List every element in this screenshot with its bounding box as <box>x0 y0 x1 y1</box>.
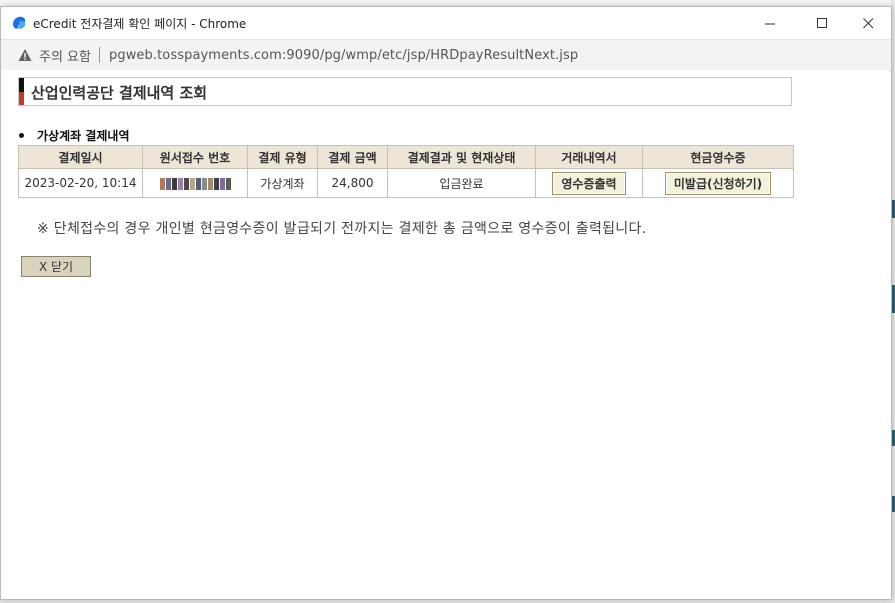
payment-result-table: 결제일시 원서접수 번호 결제 유형 결제 금액 결제결과 및 현재상태 거래내… <box>18 145 794 198</box>
column-header: 현금영수증 <box>642 145 794 169</box>
payment-date: 2023-02-20, 10:14 <box>18 168 143 198</box>
security-label[interactable]: 주의 요함 <box>39 46 91 65</box>
title-bar[interactable]: eCredit 전자결제 확인 페이지 - Chrome <box>1 7 891 39</box>
page-title: 산업인력공단 결제내역 조회 <box>31 84 208 102</box>
section-heading-text: 가상계좌 결제내역 <box>37 129 130 143</box>
close-button[interactable]: X 닫기 <box>21 256 91 277</box>
column-header: 거래내역서 <box>535 145 643 169</box>
maximize-icon <box>816 17 827 28</box>
cash-receipt-cell: 미발급(신청하기) <box>642 168 794 198</box>
payment-amount: 24,800 <box>317 168 388 198</box>
redacted-application-number <box>159 177 231 190</box>
payment-type: 가상계좌 <box>247 168 318 198</box>
window-title: eCredit 전자결제 확인 페이지 - Chrome <box>33 16 247 31</box>
section-heading: 가상계좌 결제내역 <box>19 127 130 144</box>
minimize-icon <box>764 23 775 24</box>
column-header: 결제결과 및 현재상태 <box>387 145 536 169</box>
close-window-button[interactable] <box>845 7 891 39</box>
page-content: 산업인력공단 결제내역 조회 가상계좌 결제내역 결제일시 원서접수 번호 결제… <box>1 70 889 598</box>
print-receipt-button[interactable]: 영수증출력 <box>552 171 626 195</box>
cash-receipt-request-button[interactable]: 미발급(신청하기) <box>664 171 772 195</box>
column-header: 결제 금액 <box>317 145 388 169</box>
minimize-button[interactable] <box>747 7 793 39</box>
address-bar[interactable]: 주의 요함 pgweb.tosspayments.com:9090/pg/wmp… <box>1 39 891 71</box>
maximize-button[interactable] <box>799 7 845 39</box>
table-header-row: 결제일시 원서접수 번호 결제 유형 결제 금액 결제결과 및 현재상태 거래내… <box>18 145 794 169</box>
table-row: 2023-02-20, 10:14 가상계좌 24,800 입금완료 영수증출력… <box>18 168 794 198</box>
notice-text: ※ 단체접수의 경우 개인별 현금영수증이 발급되기 전까지는 결제한 총 금액… <box>37 221 647 237</box>
url-text[interactable]: pgweb.tosspayments.com:9090/pg/wmp/etc/j… <box>109 48 578 63</box>
address-divider <box>98 47 100 63</box>
app-icon <box>13 16 26 29</box>
bullet-icon <box>19 133 24 138</box>
title-accent-mark <box>19 78 24 105</box>
column-header: 결제일시 <box>18 145 143 169</box>
payment-status: 입금완료 <box>387 168 536 198</box>
statement-cell: 영수증출력 <box>535 168 643 198</box>
column-header: 원서접수 번호 <box>142 145 248 169</box>
popup-window: eCredit 전자결제 확인 페이지 - Chrome 주의 요함 pgweb… <box>0 6 892 600</box>
column-header: 결제 유형 <box>247 145 318 169</box>
page-title-box: 산업인력공단 결제내역 조회 <box>18 77 792 106</box>
warning-icon[interactable] <box>18 48 32 62</box>
close-icon <box>862 17 873 28</box>
application-number <box>142 168 248 198</box>
